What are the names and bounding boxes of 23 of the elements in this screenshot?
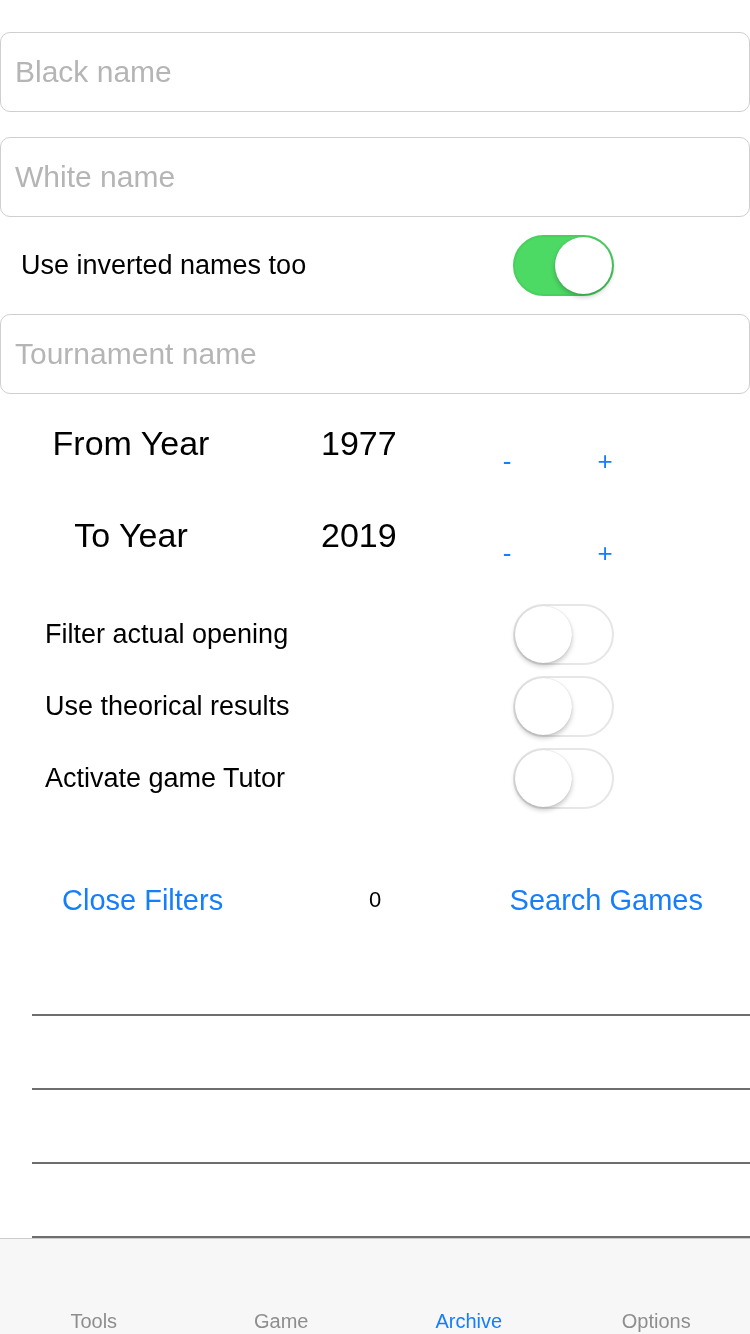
result-count: 0 [368, 887, 382, 913]
tab-button[interactable]: Game [254, 1309, 309, 1333]
year-value: 1977 [321, 423, 397, 462]
increment-button[interactable]: + [580, 441, 630, 481]
tab-button[interactable]: Options [621, 1309, 691, 1333]
year-label: To Year [74, 515, 188, 554]
decrement-button[interactable]: - [482, 441, 532, 481]
decrement-button[interactable]: - [482, 533, 532, 573]
year-value: 2019 [321, 515, 397, 554]
text-field[interactable]: Black name [0, 32, 750, 112]
switch-label: Use inverted names too [20, 250, 308, 281]
text-field[interactable]: White name [0, 137, 750, 217]
switch-label: Activate game Tutor [44, 762, 287, 794]
increment-button[interactable]: + [580, 533, 630, 573]
switch-label: Use theorical results [44, 690, 291, 722]
text-field[interactable]: Tournament name [0, 314, 750, 394]
year-label: From Year [52, 423, 210, 462]
close-filters-button[interactable]: Close Filters [62, 880, 224, 920]
tab-button[interactable]: Archive [435, 1309, 503, 1333]
toggle-switch[interactable] [513, 235, 614, 296]
switch-label: Filter actual opening [44, 618, 290, 650]
tab-button[interactable]: Tools [70, 1309, 118, 1333]
search-games-button[interactable]: Search Games [509, 880, 703, 920]
